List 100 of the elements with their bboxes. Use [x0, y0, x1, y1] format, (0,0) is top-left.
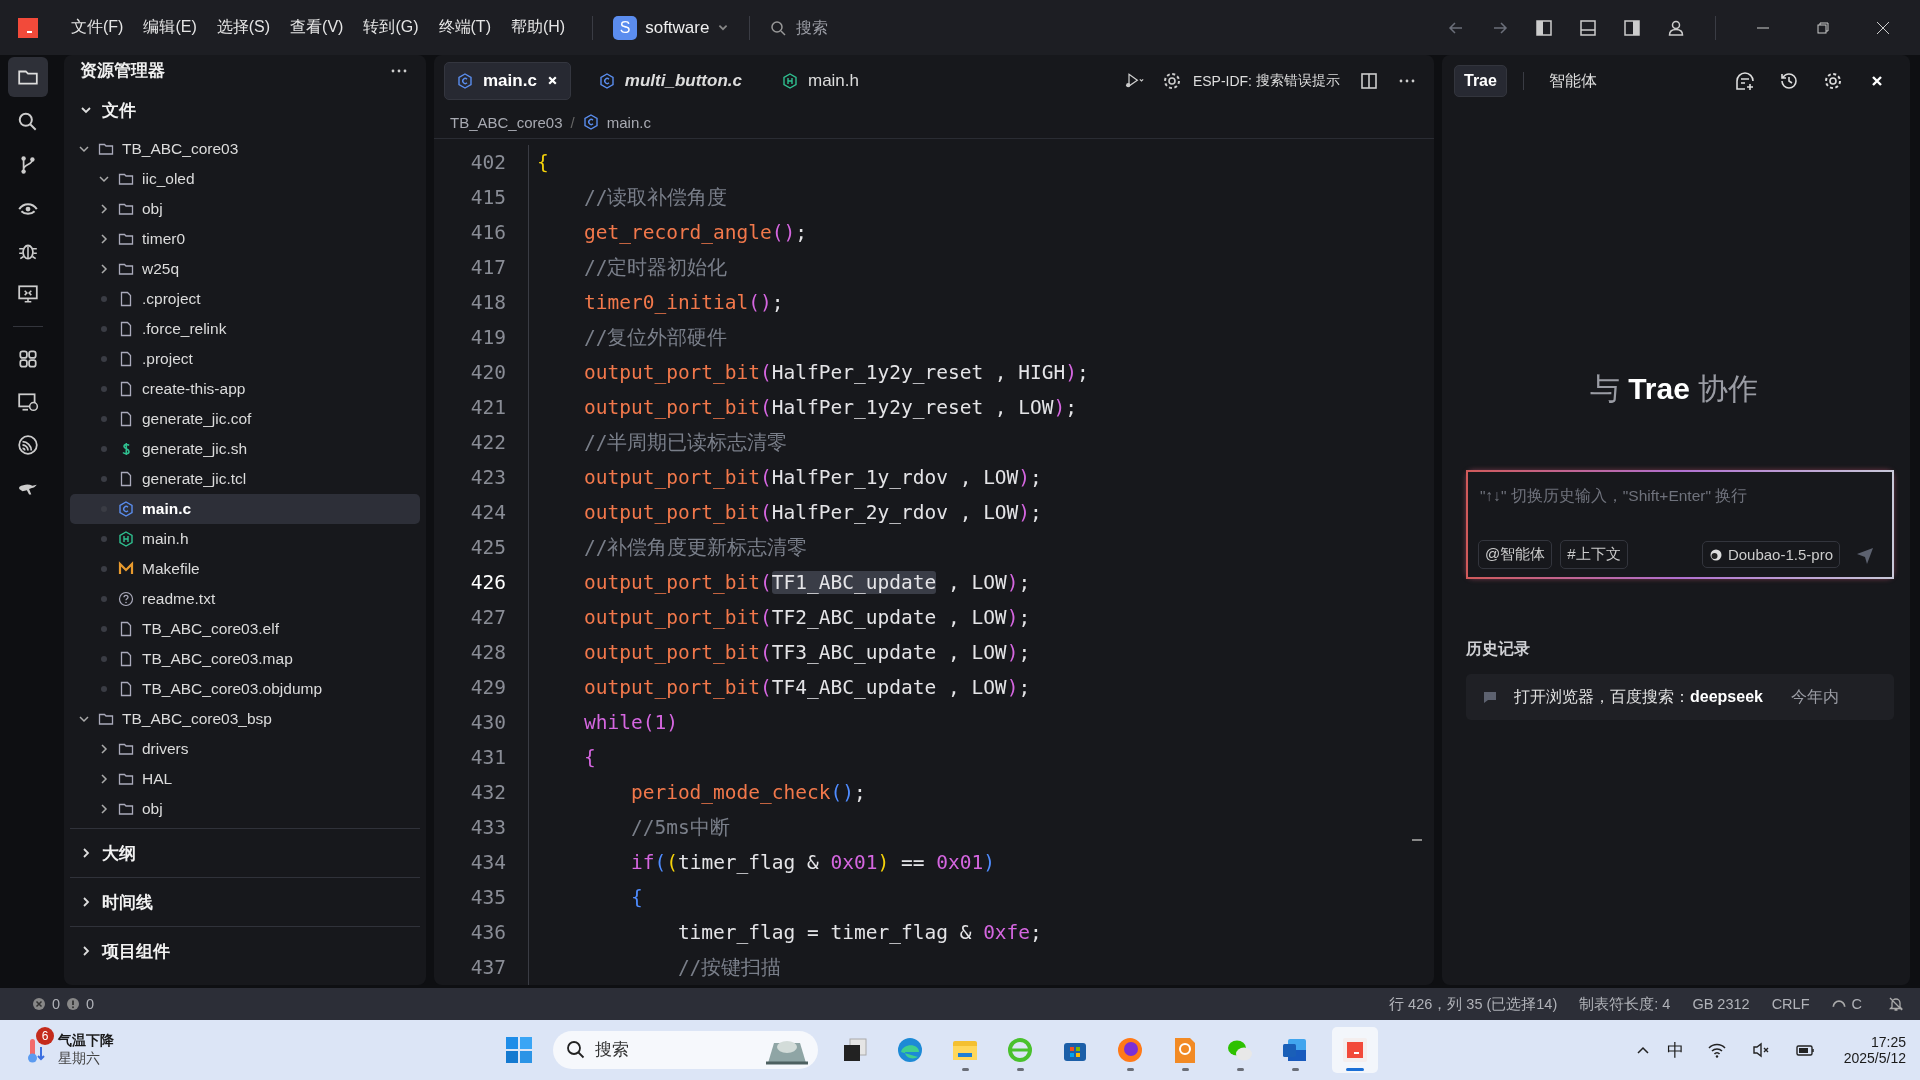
tree-item[interactable]: Makefile [70, 554, 420, 584]
chat-input[interactable]: "↑↓" 切换历史输入，"Shift+Enter" 换行 @智能体 #上下文 Doubao-1.5-pro [1466, 470, 1894, 579]
status-item[interactable]: 制表符长度: 4 [1579, 994, 1671, 1014]
tree-item[interactable]: TB_ABC_core03.map [70, 644, 420, 674]
warning-count[interactable]: 0 [86, 996, 95, 1012]
tree-item[interactable]: TB_ABC_core03.objdump [70, 674, 420, 704]
start-icon[interactable] [504, 1035, 534, 1065]
dot-icon [101, 596, 107, 602]
tree-item[interactable]: .force_relink [70, 314, 420, 344]
tree-item[interactable]: .cproject [70, 284, 420, 314]
editor-tab[interactable]: multi_button.c [586, 62, 754, 99]
tree-item[interactable]: readme.txt [70, 584, 420, 614]
line-number: 427 [469, 606, 507, 629]
input-method[interactable]: 中 [1666, 1038, 1684, 1062]
tree-item[interactable]: timer0 [70, 224, 420, 254]
clock-time[interactable]: 17:25 [1870, 1034, 1906, 1050]
section-header[interactable]: 大纲 [70, 829, 420, 877]
monitor-icon[interactable] [17, 283, 39, 305]
context-chip[interactable]: @智能体 [1478, 540, 1553, 569]
warning-icon[interactable] [66, 997, 81, 1011]
app-logo-icon [18, 17, 38, 38]
history-icon[interactable] [1779, 71, 1799, 91]
folder-icon [118, 261, 134, 277]
code-line: { [528, 880, 643, 915]
bell-muted-icon[interactable] [1888, 996, 1904, 1012]
bottom-panel-icon[interactable] [1579, 18, 1597, 37]
menu-item[interactable]: 帮助(H) [503, 17, 573, 38]
taskbar-search-field[interactable]: 搜索 [553, 1031, 818, 1069]
line-number: 429 [469, 676, 507, 699]
menu-item[interactable]: 转到(G) [356, 17, 426, 38]
section-header[interactable]: 项目组件 [70, 927, 420, 975]
tree-item[interactable]: HAL [70, 764, 420, 794]
project-switcher[interactable]: S software [613, 15, 730, 40]
language-mode[interactable]: C [1851, 996, 1862, 1012]
line-number: 415 [469, 186, 507, 209]
context-chip[interactable]: #上下文 [1560, 540, 1628, 569]
menu-item[interactable]: 查看(V) [283, 17, 351, 38]
search-field[interactable]: 搜索 [794, 17, 999, 38]
status-item[interactable]: GB 2312 [1692, 996, 1750, 1012]
editor-tab[interactable]: main.h [769, 62, 871, 99]
section-header[interactable]: 时间线 [70, 878, 420, 926]
tree-item[interactable]: iic_oled [70, 164, 420, 194]
tree-item[interactable]: main.c [70, 494, 420, 524]
clock-date[interactable]: 2025/5/12 [1843, 1050, 1906, 1066]
menu-item[interactable]: 文件(F) [64, 17, 131, 38]
editor-tab[interactable]: main.c [444, 61, 571, 100]
menu-item[interactable]: 选择(S) [209, 17, 278, 38]
close-icon[interactable] [546, 75, 558, 87]
tree-item[interactable]: generate_jic.cof [70, 404, 420, 434]
code-line: timer_flag = timer_flag & 0xfe; [528, 915, 1042, 950]
tree-item[interactable]: main.h [70, 524, 420, 554]
extensions-icon[interactable] [17, 348, 39, 370]
split-editor-icon[interactable] [1359, 70, 1379, 91]
menu-item[interactable]: 编辑(E) [136, 17, 204, 38]
assistant-tab[interactable]: 智能体 [1539, 64, 1606, 98]
signal-icon[interactable] [17, 434, 39, 456]
tree-item[interactable]: drivers [70, 734, 420, 764]
speaker-muted-icon[interactable] [1750, 1040, 1771, 1060]
right-panel-icon[interactable] [1623, 18, 1641, 37]
tree-item[interactable]: generate_jic.tcl [70, 464, 420, 494]
code-line: //5ms中断 [528, 810, 730, 845]
new-chat-icon[interactable] [1735, 71, 1755, 91]
tree-item[interactable]: obj [70, 794, 420, 824]
section-header[interactable]: 文件 [70, 86, 420, 134]
status-item[interactable]: 行 426，列 35 (已选择14) [1389, 994, 1558, 1014]
error-count[interactable]: 0 [52, 996, 61, 1012]
file-icon [118, 381, 134, 397]
menu-item[interactable]: 终端(T) [431, 17, 498, 38]
question-icon [118, 591, 134, 607]
remote-screen-icon[interactable] [17, 391, 39, 413]
tree-item[interactable]: TB_ABC_core03_bsp [70, 704, 420, 734]
settings-icon[interactable] [1161, 70, 1182, 91]
status-item[interactable]: CRLF [1771, 996, 1810, 1012]
toolbar-action[interactable]: 搜索错误提示 [1256, 71, 1340, 90]
tree-item[interactable]: generate_jic.sh [70, 434, 420, 464]
tree-item[interactable]: TB_ABC_core03.elf [70, 614, 420, 644]
tree-item[interactable]: TB_ABC_core03 [70, 134, 420, 164]
line-number: 421 [469, 396, 507, 419]
chevron-icon [78, 713, 90, 725]
line-number: 433 [469, 816, 507, 839]
chevron-icon [80, 847, 92, 859]
browser-icon [1005, 1035, 1035, 1065]
breadcrumb-item[interactable]: main.c [606, 113, 651, 131]
tree-item[interactable]: obj [70, 194, 420, 224]
folder-icon [118, 741, 134, 757]
history-item[interactable]: 打开浏览器，百度搜索：deepseek 今年内 [1466, 674, 1894, 720]
tree-item[interactable]: create-this-app [70, 374, 420, 404]
code-line: if((timer_flag & 0x01) == 0x01) [528, 845, 995, 880]
breadcrumb-item[interactable]: TB_ABC_core03 [450, 113, 563, 131]
explorer-icon[interactable] [8, 57, 48, 97]
error-icon[interactable] [32, 997, 46, 1011]
tree-item[interactable]: .project [70, 344, 420, 374]
assistant-tab[interactable]: Trae [1454, 65, 1507, 97]
left-panel-icon[interactable] [1535, 18, 1553, 37]
settings-icon[interactable] [1823, 71, 1843, 91]
dot-icon [101, 476, 107, 482]
model-selector[interactable]: Doubao-1.5-pro [1701, 541, 1840, 568]
search-icon[interactable] [17, 111, 39, 133]
tree-item[interactable]: w25q [70, 254, 420, 284]
account-icon[interactable] [1667, 18, 1685, 37]
